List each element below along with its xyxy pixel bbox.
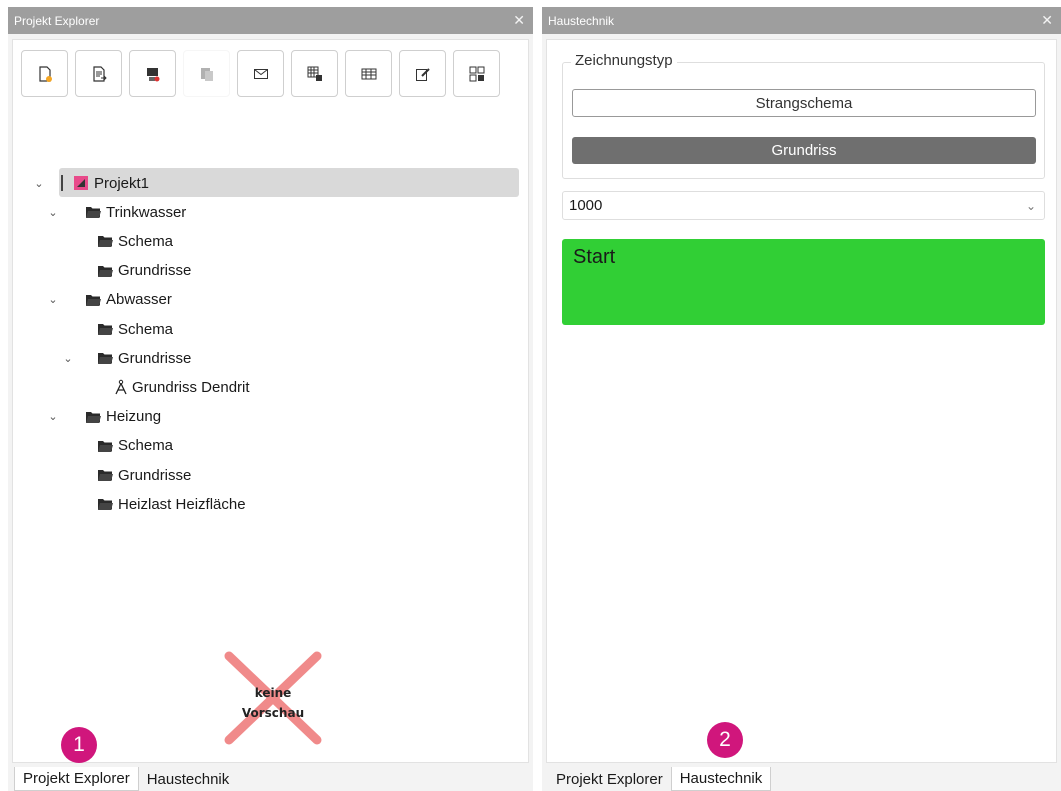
folder-icon — [85, 293, 103, 307]
chevron-down-icon[interactable]: ⌄ — [47, 206, 59, 219]
tree-item[interactable]: Grundriss Dendrit — [13, 374, 528, 400]
folder-icon — [97, 234, 115, 248]
preview-text-line2: Vorschau — [241, 706, 305, 720]
start-button[interactable]: Start — [562, 239, 1045, 325]
folder-icon — [97, 439, 115, 453]
folder-icon — [97, 351, 115, 365]
project-icon — [73, 176, 91, 190]
grid-export-icon — [307, 66, 322, 81]
panel-title: Haustechnik — [548, 13, 615, 28]
folder-icon — [85, 205, 103, 219]
group-label: Zeichnungstyp — [571, 52, 677, 69]
tree-item[interactable]: Schema — [13, 433, 528, 459]
tab-haustechnik[interactable]: Haustechnik — [139, 767, 238, 791]
tree-item-label: Grundrisse — [118, 466, 192, 484]
folder-icon — [97, 264, 115, 278]
tree-item-label: Grundrisse — [118, 349, 192, 367]
panel-titlebar: Haustechnik ✕ — [542, 7, 1061, 34]
tree-item-label: Schema — [118, 320, 174, 338]
layout-icon — [469, 66, 484, 81]
tree-item-label: Abwasser — [106, 291, 172, 309]
grid-export-button[interactable] — [291, 50, 338, 97]
bottom-tabs: Projekt Explorer Haustechnik — [8, 763, 533, 791]
tree-item[interactable]: Heizlast Heizfläche — [13, 491, 528, 517]
tree-item[interactable]: ⌄ Trinkwasser — [13, 199, 528, 225]
folder-icon — [97, 497, 115, 511]
folder-icon — [97, 468, 115, 482]
strangschema-button[interactable]: Strangschema — [572, 89, 1036, 117]
new-file-button[interactable] — [21, 50, 68, 97]
tree-item[interactable]: ⌄ Abwasser — [13, 287, 528, 313]
zeichnungstyp-group: Zeichnungstyp Strangschema Grundriss — [562, 52, 1045, 179]
copy-icon — [200, 67, 213, 81]
tree-item-label: Heizung — [106, 408, 162, 426]
import-file-icon — [92, 65, 107, 82]
new-file-icon — [38, 65, 52, 82]
close-icon[interactable]: ✕ — [513, 12, 525, 29]
bottom-tabs: Projekt Explorer Haustechnik — [542, 763, 1061, 791]
haustechnik-panel: Haustechnik ✕ Zeichnungstyp Strangschema… — [542, 7, 1061, 791]
tab-projekt-explorer[interactable]: Projekt Explorer — [548, 767, 671, 791]
tree-item-label: Schema — [118, 437, 174, 455]
tree-root-label: Projekt1 — [94, 174, 150, 192]
chevron-down-icon: ⌄ — [1025, 198, 1036, 213]
panel-titlebar: Projekt Explorer ✕ — [8, 7, 533, 34]
compass-icon — [113, 380, 131, 395]
tree-item-label: Heizlast Heizfläche — [118, 495, 246, 513]
copy-button[interactable] — [183, 50, 230, 97]
tree-item[interactable]: Schema — [13, 228, 528, 254]
panel-title: Projekt Explorer — [14, 13, 100, 28]
tree-item-label: Grundrisse — [118, 262, 192, 280]
tree-item-label: Trinkwasser — [106, 203, 187, 221]
chevron-down-icon[interactable]: ⌄ — [47, 410, 59, 423]
import-file-button[interactable] — [75, 50, 122, 97]
step-badge-2: 2 — [707, 722, 743, 758]
preview-text-line1: keine — [254, 686, 292, 700]
export-button[interactable] — [129, 50, 176, 97]
tree-item[interactable]: ⌄ Grundrisse — [13, 345, 528, 371]
tab-haustechnik[interactable]: Haustechnik — [670, 767, 772, 791]
folder-icon — [97, 322, 115, 336]
folder-icon — [85, 410, 103, 424]
table-icon — [361, 68, 376, 79]
projekt-explorer-panel: Projekt Explorer ✕ ⌄ Projekt1 ⌄ Trinkwas… — [8, 7, 533, 791]
close-icon[interactable]: ✕ — [1041, 12, 1053, 29]
step-badge-1: 1 — [61, 727, 97, 763]
edit-icon — [415, 67, 430, 81]
tab-projekt-explorer[interactable]: Projekt Explorer — [14, 767, 139, 791]
tree-item[interactable]: Grundrisse — [13, 462, 528, 488]
mail-icon — [253, 68, 268, 79]
no-preview-placeholder: keine Vorschau — [223, 648, 323, 748]
layout-button[interactable] — [453, 50, 500, 97]
haustechnik-content: Zeichnungstyp Strangschema Grundriss 100… — [546, 39, 1057, 763]
tree-item-label: Schema — [118, 232, 174, 250]
mail-button[interactable] — [237, 50, 284, 97]
export-icon — [146, 67, 159, 81]
grundriss-button[interactable]: Grundriss — [572, 137, 1036, 164]
chevron-down-icon[interactable]: ⌄ — [33, 177, 45, 190]
chevron-down-icon[interactable]: ⌄ — [62, 352, 74, 365]
chevron-down-icon[interactable]: ⌄ — [47, 293, 59, 306]
edit-button[interactable] — [399, 50, 446, 97]
tree-item[interactable]: Grundrisse — [13, 258, 528, 284]
scale-select-value: 1000 — [569, 197, 603, 214]
tree-item[interactable]: Schema — [13, 316, 528, 342]
explorer-content: ⌄ Projekt1 ⌄ Trinkwasser Schema Grundrisse ⌄… — [12, 39, 529, 763]
explorer-toolbar — [21, 50, 500, 97]
scale-select[interactable]: 1000 ⌄ — [562, 191, 1045, 220]
tree-item-label: Grundriss Dendrit — [132, 378, 250, 396]
table-button[interactable] — [345, 50, 392, 97]
tree-item[interactable]: ⌄ Heizung — [13, 404, 528, 430]
